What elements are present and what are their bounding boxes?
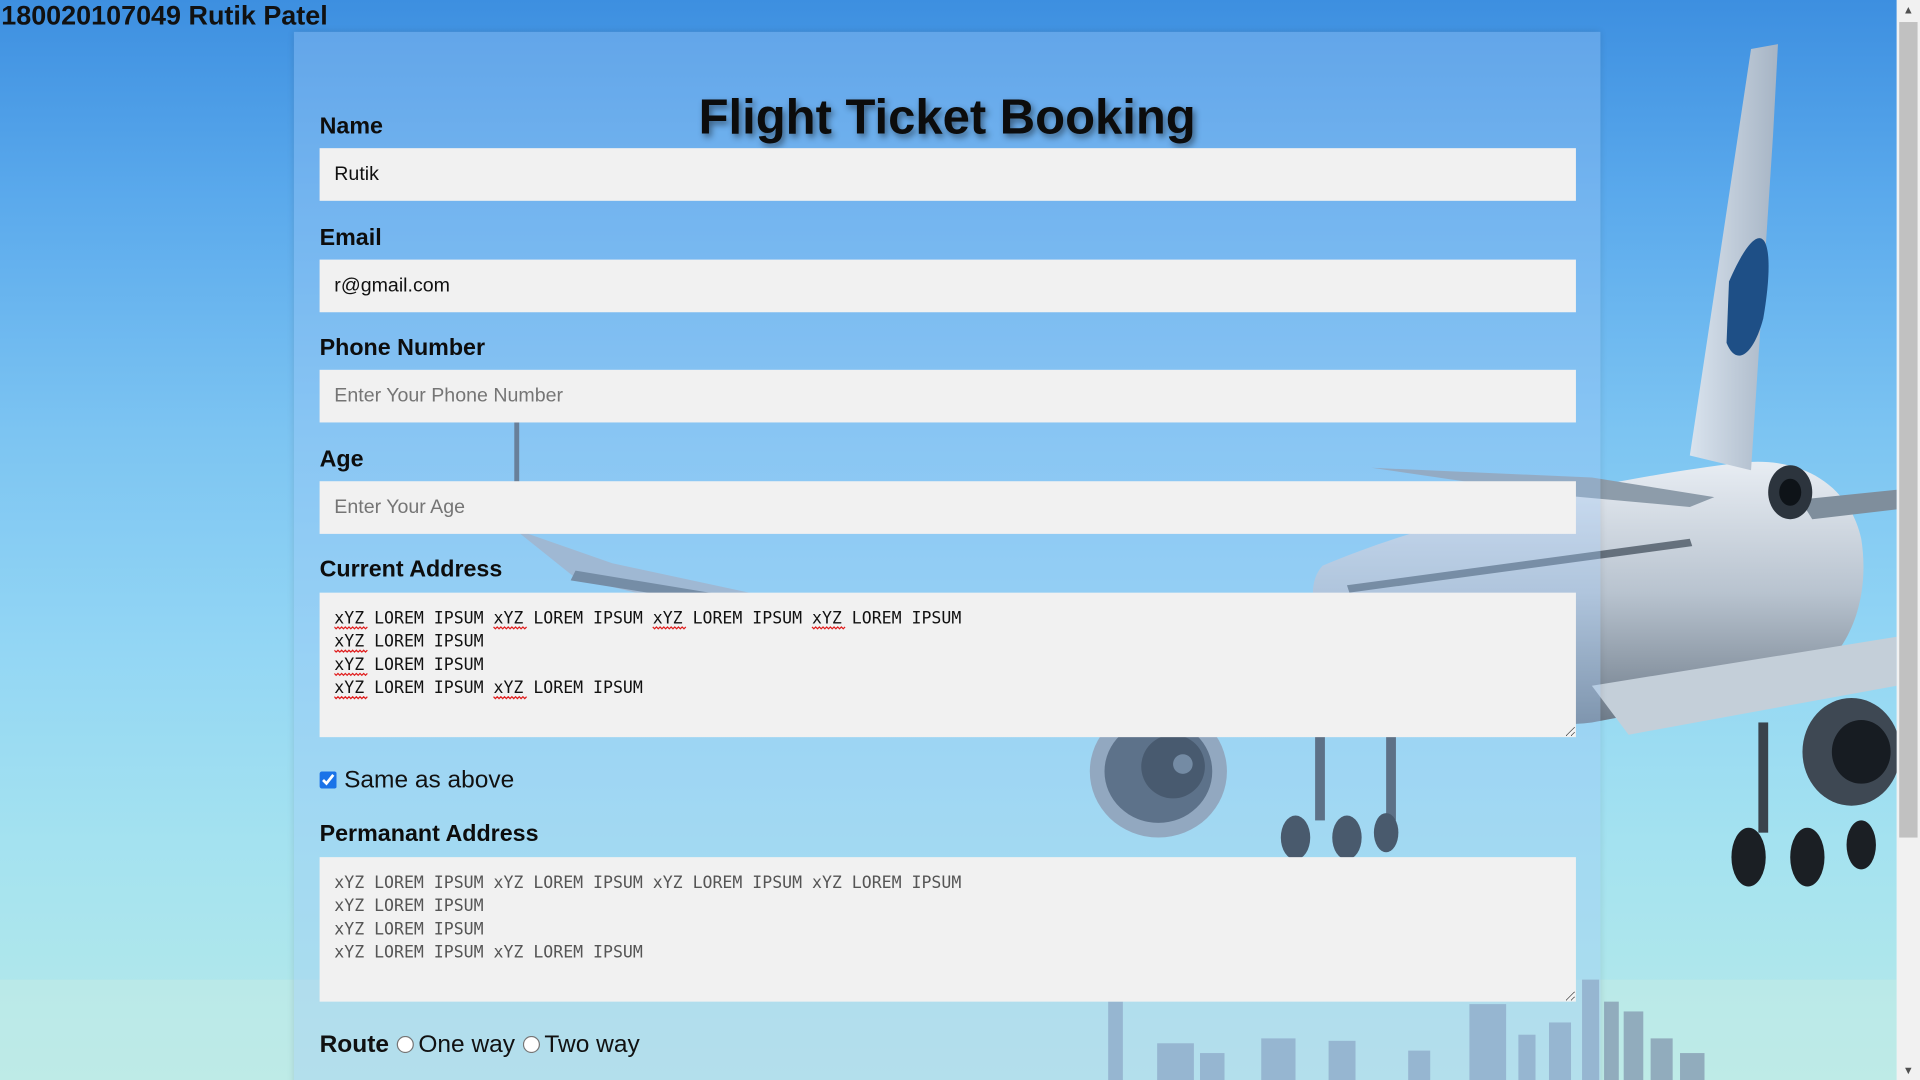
- same-as-above-checkbox[interactable]: [319, 771, 337, 789]
- same-as-above-label: Same as above: [344, 765, 515, 793]
- spellcheck-squiggle: [334, 626, 368, 630]
- email-label: Email: [319, 225, 382, 252]
- two-way-label: Two way: [544, 1030, 640, 1058]
- spellcheck-squiggle: [493, 626, 528, 630]
- route-row: Route One way Two way: [320, 1029, 647, 1061]
- triangle-up-icon[interactable]: ▲: [1897, 0, 1920, 20]
- permanent-address-label: Permanant Address: [319, 821, 539, 848]
- email-input[interactable]: [319, 259, 1576, 313]
- permanent-address-textarea[interactable]: xYZ LOREM IPSUM xYZ LOREM IPSUM xYZ LORE…: [319, 857, 1576, 1002]
- spellcheck-squiggle: [811, 626, 846, 630]
- spellcheck-squiggle: [652, 626, 687, 630]
- student-id-heading: 180020107049 Rutik Patel: [1, 0, 328, 31]
- form-title: Flight Ticket Booking: [698, 90, 1196, 145]
- spellcheck-squiggle: [334, 695, 368, 700]
- one-way-radio[interactable]: [396, 1035, 414, 1054]
- one-way-label: One way: [418, 1030, 516, 1058]
- name-input[interactable]: [319, 148, 1576, 201]
- age-label: Age: [319, 446, 364, 473]
- scrollbar-thumb[interactable]: [1899, 22, 1918, 838]
- phone-label: Phone Number: [319, 335, 486, 362]
- current-address-label: Current Address: [319, 557, 503, 583]
- spellcheck-squiggle: [493, 695, 528, 700]
- two-way-radio[interactable]: [522, 1035, 540, 1054]
- name-label: Name: [319, 113, 383, 140]
- spellcheck-squiggle: [334, 649, 368, 653]
- spellcheck-underlines: [334, 626, 846, 700]
- phone-input[interactable]: [319, 369, 1576, 423]
- same-as-above-row[interactable]: Same as above: [319, 764, 515, 796]
- route-label: Route: [319, 1030, 389, 1058]
- spellcheck-squiggle: [334, 672, 368, 677]
- triangle-down-icon[interactable]: ▼: [1897, 1060, 1920, 1080]
- age-input[interactable]: [319, 481, 1576, 534]
- vertical-scrollbar[interactable]: ▲ ▼: [1896, 0, 1920, 1080]
